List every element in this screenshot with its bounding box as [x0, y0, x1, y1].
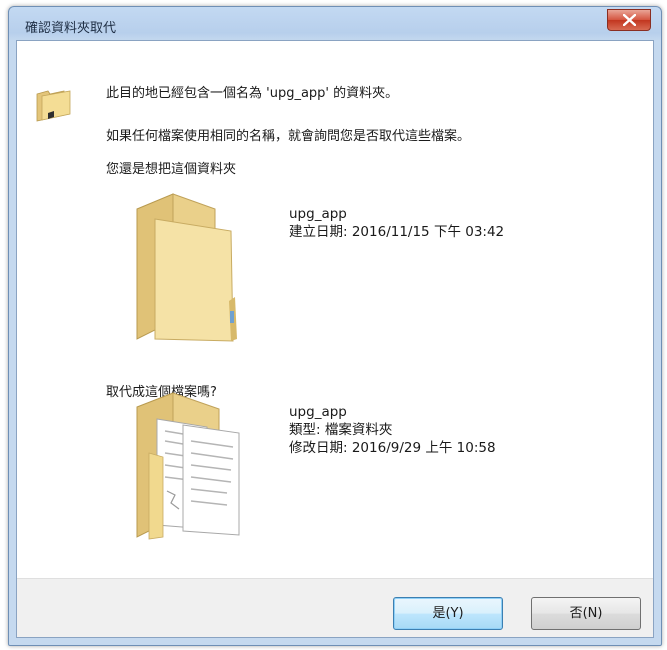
source-info: upg_app 類型: 檔案資料夾 修改日期: 2016/9/29 上午 10:…: [289, 403, 496, 457]
source-modified-date: 修改日期: 2016/9/29 上午 10:58: [289, 440, 496, 456]
dialog-content: 此目的地已經包含一個名為 'upg_app' 的資料夾。 如果任何檔案使用相同的…: [16, 40, 654, 638]
yes-button[interactable]: 是(Y): [393, 597, 503, 630]
folder-icon: [36, 90, 71, 122]
no-button[interactable]: 否(N): [531, 597, 641, 630]
destination-info: upg_app 建立日期: 2016/11/15 下午 03:42: [289, 205, 504, 241]
button-bar: 是(Y) 否(N): [17, 578, 653, 637]
close-button[interactable]: [607, 9, 651, 31]
empty-folder-icon: [136, 193, 237, 342]
message-line-2: 如果任何檔案使用相同的名稱，就會詢問您是否取代這些檔案。: [106, 129, 471, 144]
source-type: 類型: 檔案資料夾: [289, 422, 393, 438]
source-name: upg_app: [289, 404, 347, 420]
destination-name: upg_app: [289, 206, 347, 222]
confirm-folder-replace-dialog: 確認資料夾取代 此目的地已經包含一個名為 'upg_app' 的資料夾。 如果任…: [8, 6, 662, 646]
window-title: 確認資料夾取代: [25, 21, 117, 36]
message-line-1: 此目的地已經包含一個名為 'upg_app' 的資料夾。: [106, 86, 399, 101]
close-x-icon: [623, 14, 636, 26]
destination-created-date: 建立日期: 2016/11/15 下午 03:42: [289, 224, 505, 240]
message-line-3: 您還是想把這個資料夾: [106, 162, 237, 177]
title-bar[interactable]: 確認資料夾取代: [9, 7, 661, 41]
folder-with-files-icon: [136, 392, 240, 540]
